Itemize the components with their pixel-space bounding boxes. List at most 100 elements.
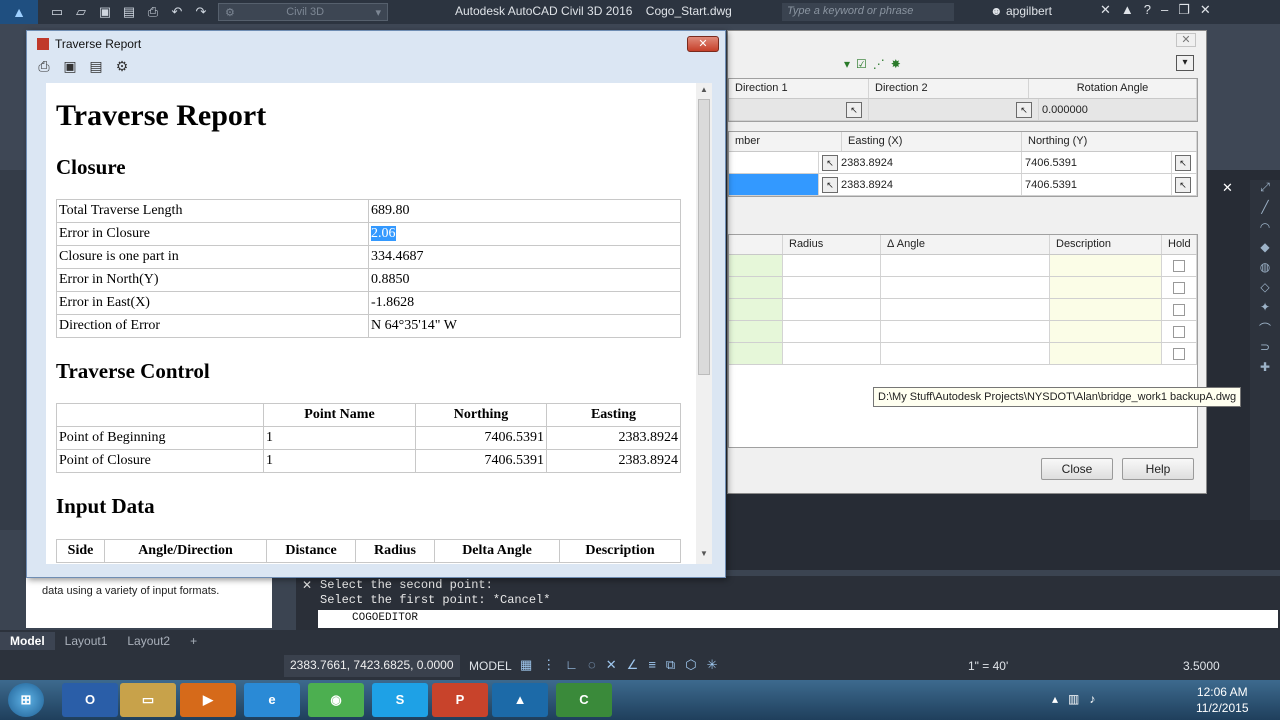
pick-point-icon[interactable]: ↖	[822, 176, 838, 193]
exchange-icon[interactable]: ✕	[1100, 2, 1111, 18]
network-icon[interactable]: ▥	[1068, 692, 1079, 706]
media-player-icon[interactable]: ▶	[180, 683, 236, 717]
globe-icon[interactable]: ◍	[1250, 260, 1280, 280]
grid-cell-selected[interactable]	[729, 174, 819, 195]
column-header[interactable]: Direction 2	[869, 79, 1029, 98]
save-icon[interactable]: ▣	[59, 58, 81, 78]
node-icon[interactable]: ◇	[1250, 280, 1280, 300]
grid-cell[interactable]: ↖	[869, 99, 1039, 120]
snap-icon[interactable]: ✦	[1250, 300, 1280, 320]
undo-icon[interactable]: ↶	[166, 2, 188, 22]
help-search-input[interactable]: Type a keyword or phrase	[782, 3, 954, 21]
camtasia-icon[interactable]: C	[556, 683, 612, 717]
ortho-icon[interactable]: ∟	[565, 657, 578, 673]
redo-icon[interactable]: ↷	[190, 2, 212, 22]
curve-icon[interactable]: ⌒	[1250, 320, 1280, 340]
save-as-icon[interactable]: ▤	[85, 58, 107, 78]
snap-icon[interactable]: ⋮	[542, 657, 555, 673]
autocad-logo-icon[interactable]: ▲	[0, 0, 38, 24]
mark-icon[interactable]: ✚	[1250, 360, 1280, 380]
table-row[interactable]: ↖ 2383.8924 7406.5391 ↖	[729, 152, 1197, 174]
model-space-button[interactable]: MODEL	[469, 659, 512, 673]
save-as-icon[interactable]: ▤	[118, 2, 140, 22]
scroll-up-icon[interactable]: ▲	[696, 85, 712, 94]
selection-cycling-icon[interactable]: ⧉	[666, 657, 675, 673]
restore-icon[interactable]: ❐	[1178, 2, 1190, 18]
grid-cell[interactable]: ↖	[1172, 152, 1197, 173]
help-icon[interactable]: ?	[1144, 2, 1151, 18]
selected-text[interactable]: 2.06	[371, 226, 396, 241]
settings-icon[interactable]: ✸	[891, 57, 901, 71]
help-button[interactable]: Help	[1122, 458, 1194, 480]
column-header[interactable]: Easting (X)	[842, 132, 1022, 151]
close-icon[interactable]: ✕	[1200, 2, 1211, 18]
signed-in-user[interactable]: ☻ apgilbert	[990, 4, 1052, 18]
outlook-icon[interactable]: O	[62, 683, 118, 717]
command-input[interactable]: COGOEDITOR	[318, 610, 1278, 628]
a360-icon[interactable]: ▲	[1121, 2, 1134, 18]
table-row[interactable]	[729, 299, 1197, 321]
line-icon[interactable]: ╱	[1250, 200, 1280, 220]
column-header[interactable]: Direction 1	[729, 79, 869, 98]
hold-checkbox[interactable]	[1173, 325, 1185, 338]
table-row[interactable]: ↖ 2383.8924 7406.5391 ↖	[729, 174, 1197, 196]
pick-point-icon[interactable]: ↖	[822, 154, 838, 171]
skype-icon[interactable]: S	[372, 683, 428, 717]
hold-checkbox[interactable]	[1173, 303, 1185, 316]
hold-checkbox[interactable]	[1173, 259, 1185, 272]
grid-cell[interactable]: ↖	[1172, 174, 1197, 195]
hold-checkbox[interactable]	[1173, 347, 1185, 360]
vertical-scrollbar[interactable]: ▲ ▼	[696, 83, 712, 564]
lineweight-value[interactable]: 3.5000	[1183, 659, 1220, 673]
volume-icon[interactable]: ♪	[1089, 692, 1095, 706]
tray-arrow-icon[interactable]: ▴	[1052, 692, 1058, 706]
grid-cell[interactable]: ↖	[729, 99, 869, 120]
point-icon[interactable]: ◆	[1250, 240, 1280, 260]
grid-icon[interactable]: ▦	[520, 657, 532, 673]
close-icon[interactable]: ✕	[302, 578, 312, 592]
tab-model[interactable]: Model	[0, 632, 55, 650]
print-icon[interactable]: ⎙	[142, 2, 164, 22]
3d-osnap-icon[interactable]: ⬡	[685, 657, 696, 673]
grid-cell[interactable]: ↖ 2383.8924	[819, 152, 1022, 173]
expand-icon[interactable]: ▾	[1176, 55, 1194, 71]
pick-point-icon[interactable]: ↖	[1175, 176, 1191, 193]
hold-checkbox[interactable]	[1173, 281, 1185, 294]
arc-icon[interactable]: ◠	[1250, 220, 1280, 240]
traverse-icon[interactable]: ⋰	[873, 57, 885, 71]
grid-cell[interactable]: 7406.5391	[1022, 152, 1172, 173]
internet-explorer-icon[interactable]: e	[244, 683, 300, 717]
close-button[interactable]: Close	[1041, 458, 1113, 480]
new-file-icon[interactable]: ▭	[46, 2, 68, 22]
powerpoint-icon[interactable]: P	[432, 683, 488, 717]
scroll-down-icon[interactable]: ▼	[696, 549, 712, 558]
polar-icon[interactable]: ◌	[588, 657, 596, 673]
scrollbar-thumb[interactable]	[698, 99, 710, 375]
start-button[interactable]: ⊞	[8, 683, 44, 717]
check-icon[interactable]: ☑	[856, 57, 867, 71]
workspace-select[interactable]: ⚙ Civil 3D ▾	[218, 3, 388, 21]
column-header[interactable]: mber	[729, 132, 842, 151]
civil3d-icon[interactable]: ▲	[492, 683, 548, 717]
save-icon[interactable]: ▣	[94, 2, 116, 22]
grid-cell[interactable]: 7406.5391	[1022, 174, 1172, 195]
close-icon[interactable]: ✕	[1176, 33, 1196, 47]
pick-point-icon[interactable]: ↖	[1016, 101, 1032, 118]
offset-icon[interactable]: ⊃	[1250, 340, 1280, 360]
draw-icon[interactable]: ⤢	[1250, 180, 1280, 200]
table-row[interactable]	[729, 321, 1197, 343]
grid-cell[interactable]	[729, 152, 819, 173]
tab-layout2[interactable]: Layout2	[117, 632, 180, 650]
chrome-icon[interactable]: ◉	[308, 683, 364, 717]
pick-point-icon[interactable]: ↖	[846, 101, 862, 118]
column-header[interactable]: Δ Angle	[881, 235, 1050, 254]
table-row[interactable]	[729, 255, 1197, 277]
pick-point-icon[interactable]: ↖	[1175, 154, 1191, 171]
settings-icon[interactable]: ⚙	[111, 58, 133, 78]
rotation-angle-value[interactable]: 0.000000	[1039, 99, 1197, 120]
minimize-icon[interactable]: –	[1161, 2, 1168, 18]
column-header[interactable]: Rotation Angle	[1029, 79, 1197, 98]
tab-layout1[interactable]: Layout1	[55, 632, 118, 650]
otrack-icon[interactable]: ∠	[627, 657, 639, 673]
close-button[interactable]: ✕	[687, 36, 719, 52]
